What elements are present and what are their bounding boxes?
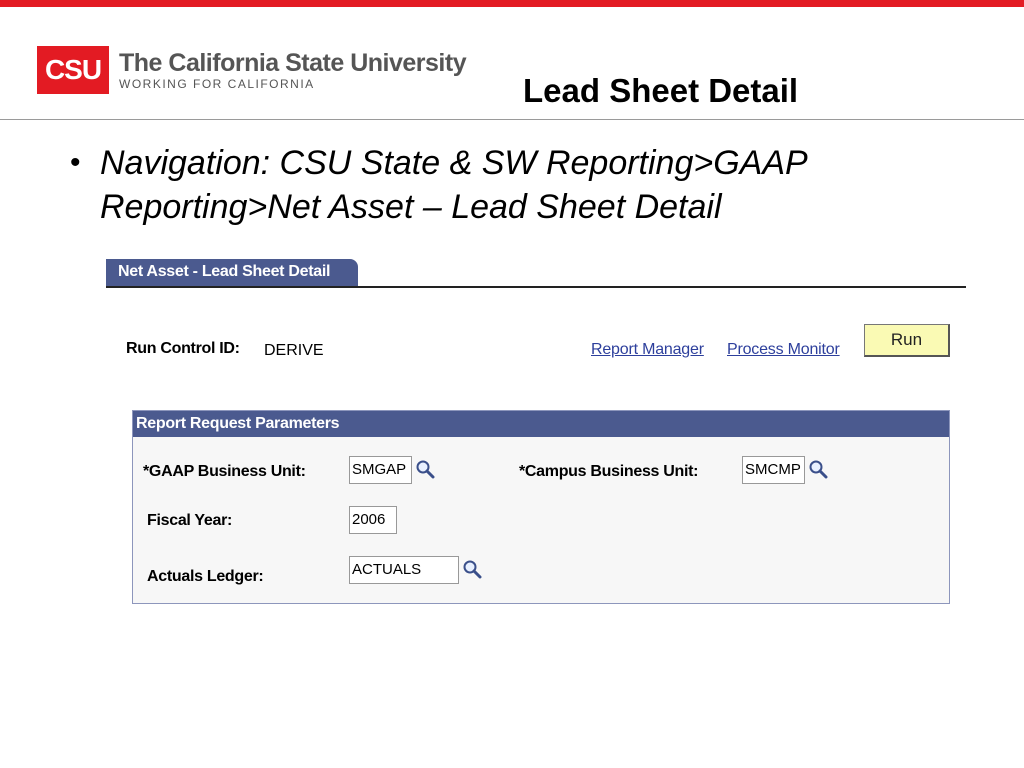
fiscal-year-label: Fiscal Year: [147, 512, 233, 529]
panel-header: Report Request Parameters [133, 411, 949, 437]
process-monitor-link[interactable]: Process Monitor [727, 341, 840, 359]
actuals-ledger-input[interactable]: ACTUALS [349, 556, 459, 584]
run-control-value: DERIVE [264, 342, 324, 359]
actuals-ledger-label: Actuals Ledger: [147, 568, 264, 585]
csu-logo-text: The California State University WORKING … [119, 49, 467, 91]
gaap-business-unit-input[interactable]: SMGAP [349, 456, 412, 484]
logo-subtitle: WORKING FOR CALIFORNIA [119, 77, 315, 91]
ledger-lookup-icon[interactable] [462, 559, 482, 579]
logo-title: The California State University [119, 49, 467, 77]
fiscal-year-input[interactable]: 2006 [349, 506, 397, 534]
report-manager-link[interactable]: Report Manager [591, 341, 704, 359]
gaap-business-unit-label: *GAAP Business Unit: [143, 463, 306, 480]
top-red-stripe [0, 0, 1024, 7]
header-divider [0, 119, 1024, 120]
csu-logo: CSU The California State University WORK… [37, 46, 467, 94]
run-control-label: Run Control ID: [126, 340, 240, 357]
campus-business-unit-input[interactable]: SMCMP [742, 456, 805, 484]
bullet-dot-icon: • [70, 146, 81, 179]
campus-bu-lookup-icon[interactable] [808, 459, 828, 479]
csu-logo-mark: CSU [37, 46, 109, 94]
gaap-bu-lookup-icon[interactable] [415, 459, 435, 479]
slide-title: Lead Sheet Detail [523, 72, 799, 109]
run-button[interactable]: Run [864, 324, 950, 357]
campus-business-unit-label: *Campus Business Unit: [519, 463, 699, 480]
tab-divider [106, 286, 966, 288]
report-request-parameters-panel: Report Request Parameters *GAAP Business… [132, 410, 950, 604]
navigation-text: Navigation: CSU State & SW Reporting>GAA… [100, 144, 807, 226]
tab-net-asset-lead-sheet-detail[interactable]: Net Asset - Lead Sheet Detail [106, 259, 358, 287]
